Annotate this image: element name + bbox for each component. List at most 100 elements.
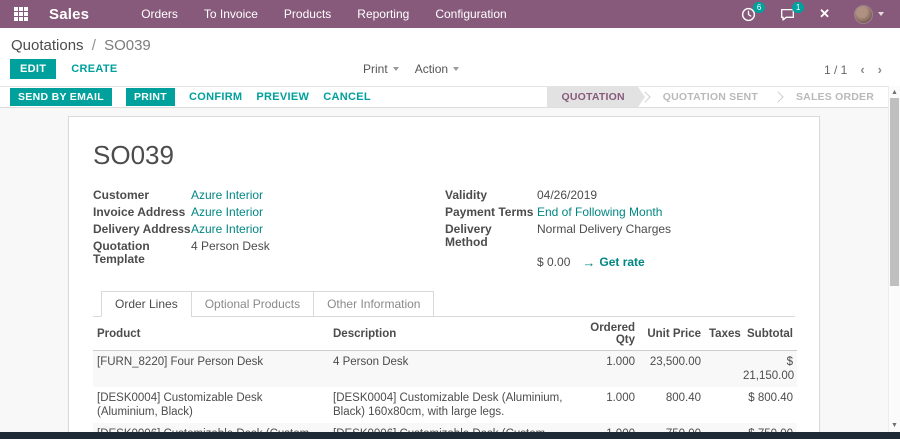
preview-button[interactable]: PREVIEW bbox=[256, 91, 309, 103]
print-dropdown[interactable]: Print bbox=[363, 62, 399, 76]
breadcrumb-current: SO039 bbox=[104, 37, 151, 54]
cell-subtotal: $ 750.00 bbox=[739, 423, 797, 432]
stage-quotation[interactable]: QUOTATION bbox=[546, 87, 646, 107]
breadcrumb: Quotations / SO039 bbox=[11, 37, 151, 54]
menu-to-invoice[interactable]: To Invoice bbox=[204, 7, 258, 21]
form-view: SO039 Customer Azure Interior Invoice Ad… bbox=[0, 108, 900, 432]
quotation-template-value: 4 Person Desk bbox=[191, 239, 270, 253]
breadcrumb-separator: / bbox=[91, 37, 96, 54]
pager-next-icon[interactable]: › bbox=[878, 62, 882, 77]
payment-terms-value[interactable]: End of Following Month bbox=[537, 206, 662, 219]
col-ordered-qty: Ordered Qty bbox=[581, 317, 639, 351]
scroll-down-icon[interactable]: ▼ bbox=[889, 422, 900, 429]
chevron-right-icon bbox=[772, 91, 784, 103]
nav-right: 6 1 ✕ bbox=[741, 1, 884, 24]
window-bottom-edge bbox=[0, 432, 900, 439]
nav-menus: Orders To Invoice Products Reporting Con… bbox=[141, 7, 507, 21]
create-button[interactable]: CREATE bbox=[71, 63, 117, 75]
cell-product: [DESK0006] Customizable Desk (Custom, Bl… bbox=[93, 423, 329, 432]
cell-description: [DESK0004] Customizable Desk (Aluminium,… bbox=[333, 392, 563, 418]
customer-label: Customer bbox=[93, 188, 150, 202]
cell-qty: 1.000 bbox=[581, 423, 639, 432]
stage-sales-order[interactable]: SALES ORDER bbox=[783, 87, 887, 107]
form-buttons: EDIT CREATE bbox=[10, 59, 117, 79]
activity-count-badge: 6 bbox=[753, 1, 766, 13]
user-menu[interactable] bbox=[854, 4, 884, 24]
table-row[interactable]: [DESK0004] Customizable Desk (Aluminium,… bbox=[93, 387, 797, 423]
pager: 1 / 1 ‹ › bbox=[824, 62, 882, 77]
app-name[interactable]: Sales bbox=[49, 6, 89, 23]
shipping-row: $ 0.00 → Get rate bbox=[445, 255, 795, 270]
notebook-tabs: Order Lines Optional Products Other Info… bbox=[93, 291, 795, 317]
caret-down-icon bbox=[878, 12, 884, 16]
tab-order-lines[interactable]: Order Lines bbox=[101, 291, 192, 317]
order-lines-table: Product Description Ordered Qty Unit Pri… bbox=[93, 317, 797, 432]
delivery-address-label: Delivery Address bbox=[93, 222, 191, 236]
customer-value[interactable]: Azure Interior bbox=[191, 189, 263, 202]
user-avatar bbox=[854, 4, 873, 24]
col-product: Product bbox=[93, 317, 329, 351]
delivery-method-label: Delivery Method bbox=[445, 222, 492, 249]
pager-value: 1 / 1 bbox=[823, 62, 848, 77]
cell-qty: 1.000 bbox=[606, 392, 635, 404]
app-window: Sales Orders To Invoice Products Reporti… bbox=[0, 0, 900, 439]
field-group-right: Validity 04/26/2019 Payment Terms End of… bbox=[445, 189, 795, 270]
action-dropdown-label: Action bbox=[414, 62, 449, 76]
menu-products[interactable]: Products bbox=[284, 7, 331, 21]
cell-unit-price: 800.40 bbox=[665, 392, 701, 404]
cell-qty: 1.000 bbox=[581, 350, 639, 387]
top-nav: Sales Orders To Invoice Products Reporti… bbox=[0, 0, 900, 28]
scroll-up-icon[interactable]: ▲ bbox=[889, 89, 900, 96]
action-dropdown[interactable]: Action bbox=[414, 62, 460, 76]
print-button[interactable]: PRINT bbox=[125, 88, 175, 106]
stage-quotation-sent[interactable]: QUOTATION SENT bbox=[650, 87, 771, 107]
edit-button[interactable]: EDIT bbox=[10, 59, 57, 79]
tab-other-information[interactable]: Other Information bbox=[313, 291, 435, 317]
statusbar: QUOTATION QUOTATION SENT SALES ORDER bbox=[546, 87, 887, 107]
menu-reporting[interactable]: Reporting bbox=[357, 7, 409, 21]
delivery-address-value[interactable]: Azure Interior bbox=[191, 223, 263, 236]
get-rate-button[interactable]: → Get rate bbox=[582, 255, 644, 270]
validity-label: Validity bbox=[445, 188, 488, 202]
cell-product: [DESK0004] Customizable Desk (Aluminium,… bbox=[97, 392, 263, 418]
table-header-row: Product Description Ordered Qty Unit Pri… bbox=[93, 317, 797, 351]
validity-value: 04/26/2019 bbox=[537, 188, 598, 202]
cell-taxes bbox=[705, 350, 739, 387]
delivery-method-value: Normal Delivery Charges bbox=[537, 222, 672, 236]
cell-unit-price: 23,500.00 bbox=[639, 350, 705, 387]
messages-chat-icon[interactable]: 1 bbox=[780, 1, 805, 22]
invoice-address-label: Invoice Address bbox=[93, 205, 186, 219]
caret-down-icon bbox=[392, 67, 399, 71]
quotation-template-label: Quotation Template bbox=[93, 239, 150, 266]
message-count-badge: 1 bbox=[792, 1, 805, 13]
arrow-right-icon: → bbox=[582, 255, 596, 270]
cell-subtotal: $ 800.40 bbox=[748, 392, 793, 404]
pager-previous-icon[interactable]: ‹ bbox=[860, 62, 864, 77]
activities-clock-icon[interactable]: 6 bbox=[741, 1, 766, 22]
workflow-buttons: SEND BY EMAIL PRINT CONFIRM PREVIEW CANC… bbox=[10, 88, 371, 106]
apps-grid-icon[interactable] bbox=[14, 7, 28, 21]
breadcrumb-quotations[interactable]: Quotations bbox=[11, 37, 84, 54]
col-subtotal: Subtotal bbox=[739, 317, 797, 351]
cancel-button[interactable]: CANCEL bbox=[323, 91, 371, 103]
menu-orders[interactable]: Orders bbox=[141, 7, 178, 21]
col-description: Description bbox=[329, 317, 581, 351]
field-group-left: Customer Azure Interior Invoice Address … bbox=[93, 189, 445, 270]
invoice-address-value[interactable]: Azure Interior bbox=[191, 206, 263, 219]
caret-down-icon bbox=[453, 67, 460, 71]
col-taxes: Taxes bbox=[705, 317, 741, 351]
page-title: SO039 bbox=[93, 140, 174, 170]
scrollbar-thumb[interactable] bbox=[890, 98, 899, 286]
table-row[interactable]: [DESK0006] Customizable Desk (Custom, Bl… bbox=[93, 423, 797, 432]
confirm-button[interactable]: CONFIRM bbox=[189, 91, 242, 103]
tab-optional-products[interactable]: Optional Products bbox=[190, 291, 315, 317]
col-unit-price: Unit Price bbox=[639, 317, 705, 351]
menu-configuration[interactable]: Configuration bbox=[435, 7, 506, 21]
shipping-amount: $ 0.00 bbox=[537, 255, 571, 269]
table-row[interactable]: [FURN_8220] Four Person Desk 4 Person De… bbox=[93, 350, 797, 387]
document-sheet: SO039 Customer Azure Interior Invoice Ad… bbox=[68, 116, 820, 432]
send-by-email-button[interactable]: SEND BY EMAIL bbox=[10, 88, 112, 106]
print-dropdown-label: Print bbox=[363, 62, 388, 76]
close-tools-icon[interactable]: ✕ bbox=[819, 6, 830, 22]
cell-taxes bbox=[705, 423, 739, 432]
